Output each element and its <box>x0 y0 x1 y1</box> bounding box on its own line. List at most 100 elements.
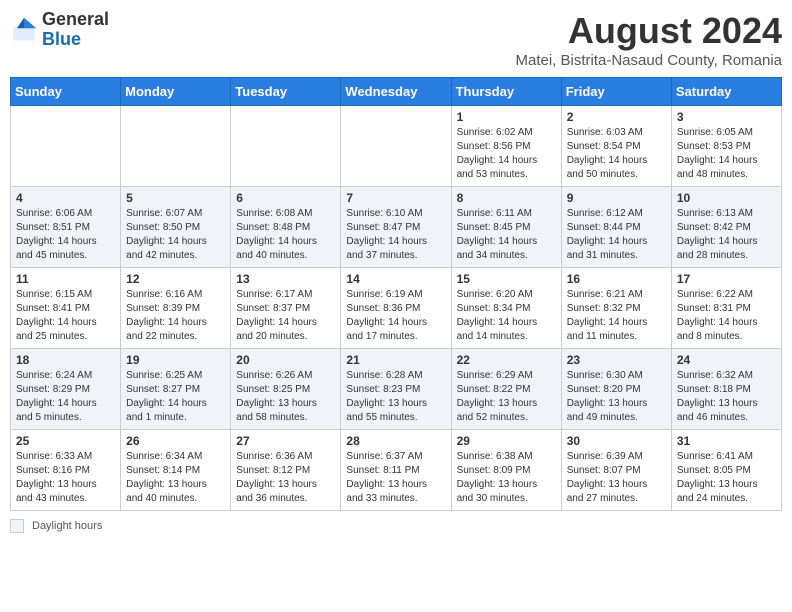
day-number: 6 <box>236 191 335 205</box>
calendar-body: 1 Sunrise: 6:02 AM Sunset: 8:56 PM Daylig… <box>11 106 782 511</box>
logo-general-text: General <box>42 9 109 29</box>
legend-label: Daylight hours <box>32 520 102 532</box>
calendar-cell: 30 Sunrise: 6:39 AM Sunset: 8:07 PM Dayli… <box>561 430 671 511</box>
day-info: Sunrise: 6:03 AM Sunset: 8:54 PM Dayligh… <box>567 126 666 182</box>
calendar-week-2: 4 Sunrise: 6:06 AM Sunset: 8:51 PM Daylig… <box>11 187 782 268</box>
day-number: 11 <box>16 272 115 286</box>
day-number: 12 <box>126 272 225 286</box>
logo: General Blue <box>10 10 109 50</box>
calendar-cell: 3Sunrise: 6:05 AM Sunset: 8:53 PM Daylig… <box>671 106 781 187</box>
day-number: 31 <box>677 434 776 448</box>
calendar-cell: 4 Sunrise: 6:06 AM Sunset: 8:51 PM Daylig… <box>11 187 121 268</box>
day-info: Sunrise: 6:25 AM Sunset: 8:27 PM Dayligh… <box>126 369 225 425</box>
calendar-cell: 29 Sunrise: 6:38 AM Sunset: 8:09 PM Dayli… <box>451 430 561 511</box>
subtitle: Matei, Bistrita-Nasaud County, Romania <box>516 52 783 69</box>
column-header-sunday: Sunday <box>11 78 121 106</box>
column-header-monday: Monday <box>121 78 231 106</box>
day-number: 28 <box>346 434 445 448</box>
calendar-cell: 22Sunrise: 6:29 AM Sunset: 8:22 PM Dayli… <box>451 349 561 430</box>
day-info: Sunrise: 6:06 AM Sunset: 8:51 PM Dayligh… <box>16 207 115 263</box>
calendar-cell: 17 Sunrise: 6:22 AM Sunset: 8:31 PM Dayli… <box>671 268 781 349</box>
calendar-week-1: 1 Sunrise: 6:02 AM Sunset: 8:56 PM Daylig… <box>11 106 782 187</box>
logo-icon <box>10 16 38 44</box>
day-number: 23 <box>567 353 666 367</box>
column-header-thursday: Thursday <box>451 78 561 106</box>
column-header-saturday: Saturday <box>671 78 781 106</box>
calendar-cell: 21Sunrise: 6:28 AM Sunset: 8:23 PM Dayli… <box>341 349 451 430</box>
day-info: Sunrise: 6:22 AM Sunset: 8:31 PM Dayligh… <box>677 288 776 344</box>
day-info: Sunrise: 6:17 AM Sunset: 8:37 PM Dayligh… <box>236 288 335 344</box>
day-info: Sunrise: 6:20 AM Sunset: 8:34 PM Dayligh… <box>457 288 556 344</box>
calendar-cell: 10Sunrise: 6:13 AM Sunset: 8:42 PM Dayli… <box>671 187 781 268</box>
calendar-week-5: 25Sunrise: 6:33 AM Sunset: 8:16 PM Dayli… <box>11 430 782 511</box>
day-number: 19 <box>126 353 225 367</box>
day-info: Sunrise: 6:21 AM Sunset: 8:32 PM Dayligh… <box>567 288 666 344</box>
day-info: Sunrise: 6:10 AM Sunset: 8:47 PM Dayligh… <box>346 207 445 263</box>
day-number: 27 <box>236 434 335 448</box>
day-info: Sunrise: 6:19 AM Sunset: 8:36 PM Dayligh… <box>346 288 445 344</box>
day-info: Sunrise: 6:16 AM Sunset: 8:39 PM Dayligh… <box>126 288 225 344</box>
calendar-cell: 26Sunrise: 6:34 AM Sunset: 8:14 PM Dayli… <box>121 430 231 511</box>
calendar-cell: 9 Sunrise: 6:12 AM Sunset: 8:44 PM Daylig… <box>561 187 671 268</box>
day-number: 14 <box>346 272 445 286</box>
day-info: Sunrise: 6:33 AM Sunset: 8:16 PM Dayligh… <box>16 450 115 506</box>
day-info: Sunrise: 6:12 AM Sunset: 8:44 PM Dayligh… <box>567 207 666 263</box>
calendar-cell <box>11 106 121 187</box>
calendar-cell: 24Sunrise: 6:32 AM Sunset: 8:18 PM Dayli… <box>671 349 781 430</box>
day-number: 7 <box>346 191 445 205</box>
day-number: 18 <box>16 353 115 367</box>
calendar-cell: 27 Sunrise: 6:36 AM Sunset: 8:12 PM Dayli… <box>231 430 341 511</box>
calendar-cell: 2 Sunrise: 6:03 AM Sunset: 8:54 PM Daylig… <box>561 106 671 187</box>
day-info: Sunrise: 6:32 AM Sunset: 8:18 PM Dayligh… <box>677 369 776 425</box>
footer: Daylight hours <box>10 519 782 533</box>
day-number: 1 <box>457 110 556 124</box>
day-info: Sunrise: 6:41 AM Sunset: 8:05 PM Dayligh… <box>677 450 776 506</box>
day-info: Sunrise: 6:28 AM Sunset: 8:23 PM Dayligh… <box>346 369 445 425</box>
day-info: Sunrise: 6:36 AM Sunset: 8:12 PM Dayligh… <box>236 450 335 506</box>
page-header: General Blue August 2024 Matei, Bistrita… <box>10 10 782 69</box>
calendar-week-4: 18Sunrise: 6:24 AM Sunset: 8:29 PM Dayli… <box>11 349 782 430</box>
calendar-cell: 18Sunrise: 6:24 AM Sunset: 8:29 PM Dayli… <box>11 349 121 430</box>
day-number: 2 <box>567 110 666 124</box>
day-info: Sunrise: 6:39 AM Sunset: 8:07 PM Dayligh… <box>567 450 666 506</box>
day-info: Sunrise: 6:29 AM Sunset: 8:22 PM Dayligh… <box>457 369 556 425</box>
day-number: 30 <box>567 434 666 448</box>
day-info: Sunrise: 6:13 AM Sunset: 8:42 PM Dayligh… <box>677 207 776 263</box>
day-info: Sunrise: 6:11 AM Sunset: 8:45 PM Dayligh… <box>457 207 556 263</box>
legend-box <box>10 519 24 533</box>
calendar-cell: 11Sunrise: 6:15 AM Sunset: 8:41 PM Dayli… <box>11 268 121 349</box>
column-header-friday: Friday <box>561 78 671 106</box>
calendar-cell: 12 Sunrise: 6:16 AM Sunset: 8:39 PM Dayli… <box>121 268 231 349</box>
calendar-cell: 23 Sunrise: 6:30 AM Sunset: 8:20 PM Dayli… <box>561 349 671 430</box>
logo-blue-text: Blue <box>42 29 81 49</box>
day-number: 15 <box>457 272 556 286</box>
calendar-cell <box>231 106 341 187</box>
calendar-cell: 28Sunrise: 6:37 AM Sunset: 8:11 PM Dayli… <box>341 430 451 511</box>
calendar-week-3: 11Sunrise: 6:15 AM Sunset: 8:41 PM Dayli… <box>11 268 782 349</box>
calendar-cell: 20Sunrise: 6:26 AM Sunset: 8:25 PM Dayli… <box>231 349 341 430</box>
calendar-cell: 7 Sunrise: 6:10 AM Sunset: 8:47 PM Daylig… <box>341 187 451 268</box>
day-info: Sunrise: 6:07 AM Sunset: 8:50 PM Dayligh… <box>126 207 225 263</box>
day-number: 8 <box>457 191 556 205</box>
day-number: 29 <box>457 434 556 448</box>
calendar-cell: 6Sunrise: 6:08 AM Sunset: 8:48 PM Daylig… <box>231 187 341 268</box>
day-info: Sunrise: 6:05 AM Sunset: 8:53 PM Dayligh… <box>677 126 776 182</box>
title-block: August 2024 Matei, Bistrita-Nasaud Count… <box>516 10 783 69</box>
day-info: Sunrise: 6:02 AM Sunset: 8:56 PM Dayligh… <box>457 126 556 182</box>
day-number: 16 <box>567 272 666 286</box>
day-info: Sunrise: 6:38 AM Sunset: 8:09 PM Dayligh… <box>457 450 556 506</box>
calendar-cell <box>121 106 231 187</box>
day-number: 17 <box>677 272 776 286</box>
calendar-cell: 5 Sunrise: 6:07 AM Sunset: 8:50 PM Daylig… <box>121 187 231 268</box>
day-number: 5 <box>126 191 225 205</box>
calendar-cell: 13Sunrise: 6:17 AM Sunset: 8:37 PM Dayli… <box>231 268 341 349</box>
day-info: Sunrise: 6:34 AM Sunset: 8:14 PM Dayligh… <box>126 450 225 506</box>
day-number: 9 <box>567 191 666 205</box>
day-info: Sunrise: 6:30 AM Sunset: 8:20 PM Dayligh… <box>567 369 666 425</box>
calendar-cell: 1 Sunrise: 6:02 AM Sunset: 8:56 PM Daylig… <box>451 106 561 187</box>
column-header-wednesday: Wednesday <box>341 78 451 106</box>
day-number: 4 <box>16 191 115 205</box>
calendar-cell: 14 Sunrise: 6:19 AM Sunset: 8:36 PM Dayli… <box>341 268 451 349</box>
calendar-header-row: SundayMondayTuesdayWednesdayThursdayFrid… <box>11 78 782 106</box>
day-number: 20 <box>236 353 335 367</box>
